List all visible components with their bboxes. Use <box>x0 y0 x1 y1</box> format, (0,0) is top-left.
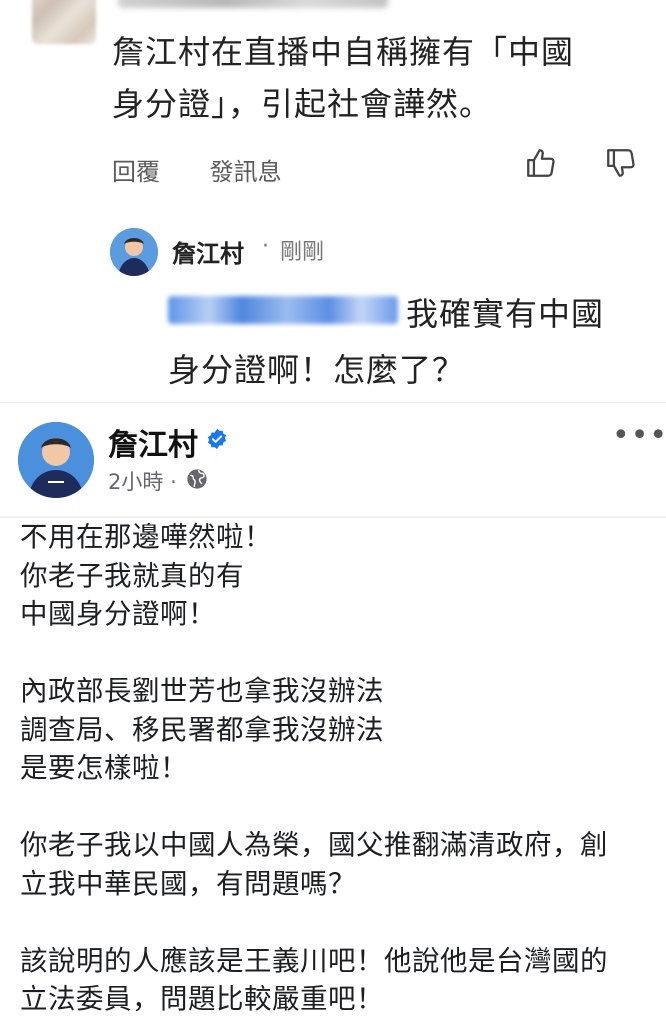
reply-avatar[interactable] <box>110 228 158 276</box>
post-line <box>20 903 660 942</box>
post-line: 不用在那邊嘩然啦！ <box>20 521 272 553</box>
post-line: 立法委員，問題比較嚴重吧！ <box>20 983 384 1015</box>
post-line: 內政部長劉世芳也拿我沒辦法 <box>20 675 384 707</box>
post-time-value: 2小時 <box>108 470 164 494</box>
post-time-separator: · <box>170 470 177 494</box>
section-divider <box>0 402 666 403</box>
post-author-avatar[interactable] <box>18 422 94 498</box>
reply-separator: · <box>262 234 269 259</box>
reply-author[interactable]: 詹江村 <box>172 234 244 269</box>
more-options-icon[interactable]: ••• <box>612 418 666 453</box>
verified-badge-icon <box>206 428 228 454</box>
globe-icon <box>186 468 208 494</box>
post-author-name[interactable]: 詹江村 <box>108 420 198 464</box>
like-icon[interactable] <box>524 146 558 184</box>
comment-actions: 回覆 發訊息 <box>112 152 324 187</box>
comment-line-2: 身分證」，引起社會譁然。 <box>112 85 493 123</box>
reply-text: 我確實有中國 身分證啊！怎麼了？ <box>168 286 638 398</box>
post-line: 調查局、移民署都拿我沒辦法 <box>20 713 384 746</box>
post-timestamp[interactable]: 2小時 · <box>108 466 177 496</box>
post-line <box>20 634 660 673</box>
post-line: 該說明的人應該是王義川吧！他說他是台灣國的 <box>20 944 608 977</box>
commenter-avatar[interactable] <box>32 0 96 44</box>
reply-timestamp[interactable]: 剛剛 <box>280 234 324 266</box>
commenter-name-redacted <box>118 0 388 8</box>
comment-line-1: 詹江村在直播中自稱擁有「中國 <box>112 33 575 71</box>
reply-line-1: 我確實有中國 <box>406 295 605 333</box>
post-line: 立我中華民國，有問題嗎？ <box>20 867 356 900</box>
post-line: 是要怎樣啦！ <box>20 752 188 784</box>
post-line: 中國身分證啊！ <box>20 598 216 630</box>
reply-line-2: 身分證啊！怎麼了？ <box>168 351 466 389</box>
reply-button[interactable]: 回覆 <box>112 158 160 186</box>
dislike-icon[interactable] <box>604 146 638 184</box>
post-line <box>20 788 660 827</box>
comment-text: 詹江村在直播中自稱擁有「中國 身分證」，引起社會譁然。 <box>112 26 642 130</box>
post-line: 你老子我以中國人為榮，國父推翻滿清政府，創 <box>20 829 608 861</box>
post-line: 你老子我就真的有 <box>20 559 244 592</box>
send-message-button[interactable]: 發訊息 <box>210 158 282 186</box>
post-body: 不用在那邊嘩然啦！ 你老子我就真的有 中國身分證啊！ 內政部長劉世芳也拿我沒辦法… <box>20 518 660 1019</box>
